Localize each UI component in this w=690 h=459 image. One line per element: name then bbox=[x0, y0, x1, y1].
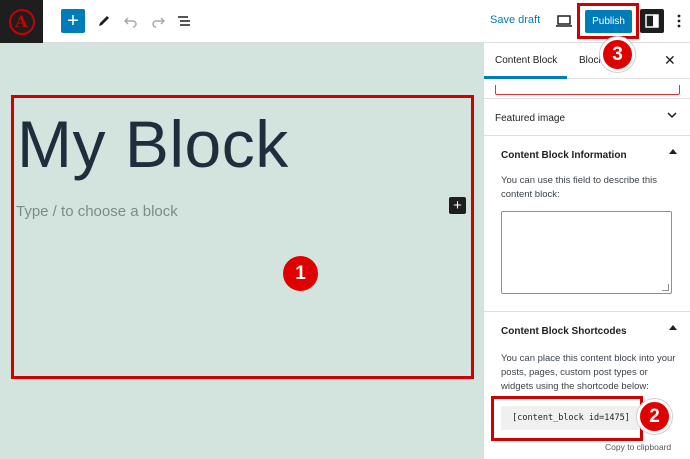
add-block-button[interactable]: + bbox=[61, 9, 85, 33]
sidebar-toggle-icon bbox=[645, 14, 659, 28]
resize-handle[interactable] bbox=[662, 284, 669, 291]
annotation-badge-3: 3 bbox=[600, 37, 635, 72]
chevron-down-icon bbox=[667, 112, 677, 119]
options-button[interactable] bbox=[671, 9, 687, 33]
description-textarea[interactable] bbox=[501, 211, 672, 294]
panel-title: Content Block Shortcodes bbox=[501, 326, 627, 337]
field-error-outline bbox=[495, 85, 680, 95]
panel-content-block-information[interactable]: Content Block Information bbox=[484, 135, 690, 175]
undo-button[interactable] bbox=[119, 9, 143, 33]
panel-featured-image[interactable]: Featured image bbox=[484, 98, 690, 138]
site-logo-button[interactable]: A bbox=[0, 0, 43, 43]
logo-letter: A bbox=[15, 12, 28, 31]
sidebar-tabs: Content Block Block ✕ bbox=[484, 43, 690, 79]
plus-icon: + bbox=[67, 10, 79, 32]
annotation-box-editor bbox=[11, 95, 474, 379]
more-vertical-icon bbox=[677, 14, 681, 28]
list-view-icon bbox=[178, 16, 190, 26]
annotation-badge-1: 1 bbox=[283, 256, 318, 291]
pencil-icon bbox=[99, 16, 109, 26]
annotation-box-shortcode bbox=[491, 396, 643, 441]
panel-title: Content Block Information bbox=[501, 150, 627, 161]
panel-title: Featured image bbox=[495, 113, 566, 124]
desktop-icon bbox=[556, 15, 572, 27]
save-draft-button[interactable]: Save draft bbox=[490, 14, 540, 26]
copy-to-clipboard-button[interactable]: Copy to clipboard bbox=[605, 442, 671, 452]
annotation-box-publish bbox=[577, 3, 639, 39]
tools-button[interactable] bbox=[92, 9, 116, 33]
active-tab-indicator bbox=[484, 76, 567, 79]
redo-icon bbox=[152, 17, 165, 28]
list-view-button[interactable] bbox=[172, 9, 196, 33]
shortcodes-description: You can place this content block into yo… bbox=[501, 353, 676, 392]
chevron-up-icon bbox=[669, 325, 677, 330]
panel-content-block-shortcodes[interactable]: Content Block Shortcodes bbox=[484, 311, 690, 351]
close-sidebar-button[interactable]: ✕ bbox=[664, 52, 676, 69]
info-description: You can use this field to describe this … bbox=[501, 175, 657, 200]
preview-button[interactable] bbox=[552, 9, 576, 33]
redo-button[interactable] bbox=[146, 9, 170, 33]
tab-content-block[interactable]: Content Block bbox=[495, 55, 557, 66]
undo-icon bbox=[124, 17, 137, 28]
logo-icon: A bbox=[8, 8, 35, 35]
settings-toggle-button[interactable] bbox=[640, 9, 664, 33]
annotation-badge-2: 2 bbox=[637, 399, 672, 434]
close-icon: ✕ bbox=[664, 52, 676, 68]
chevron-up-icon bbox=[669, 149, 677, 154]
